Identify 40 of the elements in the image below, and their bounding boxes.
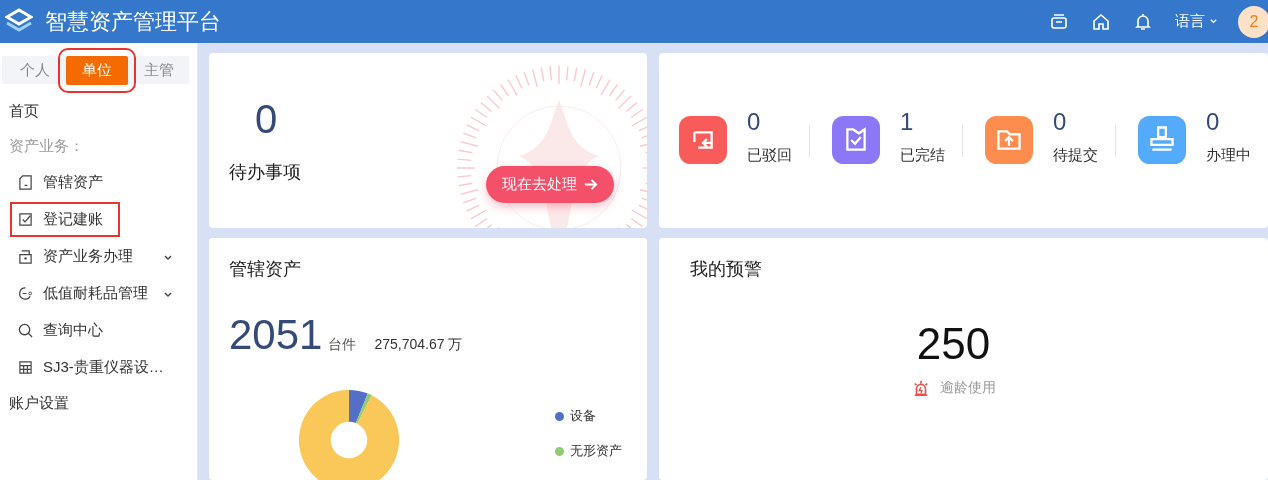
menu-link[interactable]: 账户设置 xyxy=(0,386,197,421)
status-count: 0 xyxy=(1053,108,1068,136)
folder-icon xyxy=(18,175,33,190)
menu-item[interactable]: 管辖资产 xyxy=(0,164,191,201)
bell-icon[interactable] xyxy=(1133,11,1153,32)
home-icon[interactable] xyxy=(1091,11,1111,32)
menu-item[interactable]: SJ3-贵重仪器设… xyxy=(0,349,191,386)
arrow-right-icon xyxy=(583,177,598,192)
menu-item[interactable]: 登记建账 xyxy=(9,201,121,238)
menu-link[interactable]: 首页 xyxy=(0,94,197,129)
todo-count: 0 xyxy=(254,97,279,142)
status-count: 1 xyxy=(900,108,915,136)
language-menu[interactable]: 语言 xyxy=(1175,12,1218,31)
warning-label: 逾龄使用 xyxy=(939,379,996,397)
menu-item[interactable]: 查询中心 xyxy=(0,312,191,349)
status-label: 已完结 xyxy=(900,146,945,165)
grid-icon xyxy=(18,360,33,375)
todo-title: 待办事项 xyxy=(229,161,301,184)
legend-label: 设备 xyxy=(570,407,596,425)
asset-amount: 275,704.67 万 xyxy=(374,336,463,354)
status-count: 0 xyxy=(747,108,762,136)
status-label: 办理中 xyxy=(1206,146,1251,165)
menu-item[interactable]: 资产业务办理 xyxy=(0,238,191,275)
search-icon xyxy=(18,323,33,338)
asset-unit: 台件 xyxy=(328,336,357,354)
checkbox-icon xyxy=(18,212,33,227)
status-label: 已驳回 xyxy=(747,146,792,165)
legend-label: 无形资产 xyxy=(570,442,622,460)
status-label: 待提交 xyxy=(1053,146,1098,165)
menu-item[interactable]: 低值耐耗品管理 xyxy=(0,275,191,312)
card-title: 我的预警 xyxy=(690,258,762,281)
status-count: 0 xyxy=(1206,108,1221,136)
lock-box-icon xyxy=(18,249,33,264)
inbox-icon[interactable] xyxy=(1049,11,1069,32)
card-title: 管辖资产 xyxy=(229,258,301,281)
warning-count: 250 xyxy=(916,319,991,369)
chevron-down-icon xyxy=(1209,17,1218,26)
asset-count: 2051 xyxy=(229,311,323,359)
menu-group-label: 资产业务： xyxy=(8,136,85,156)
app-title: 智慧资产管理平台 xyxy=(45,7,221,36)
